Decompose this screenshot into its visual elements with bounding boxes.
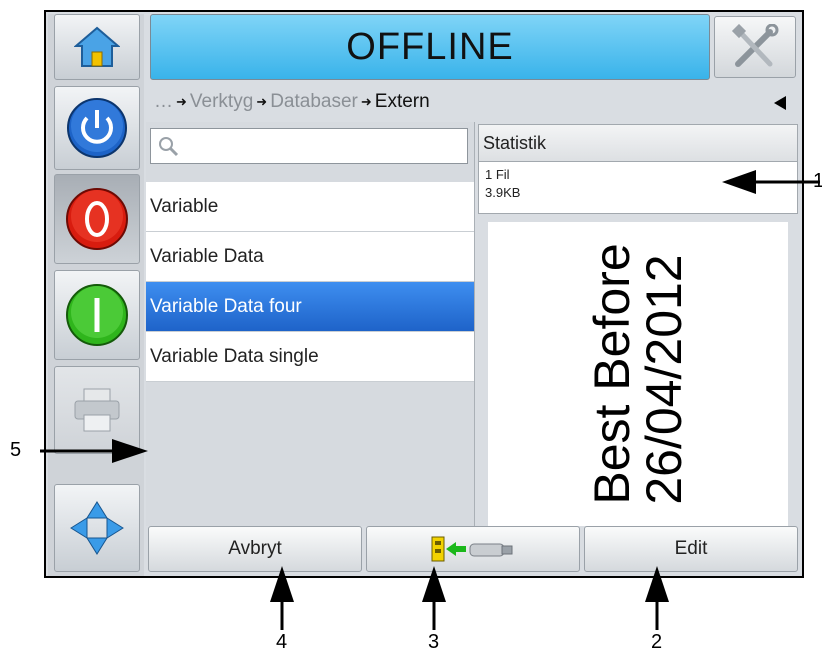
preview-text: Best Before 26/04/2012 [584,243,692,505]
navigation-arrows-icon [70,501,124,555]
power-icon [67,98,127,158]
statistics-body: 1 Fil 3.9KB [478,162,798,214]
file-list-panel: Variable Variable Data Variable Data fou… [146,122,475,526]
breadcrumb-separator-icon: ➜ [360,94,372,109]
callout-label-3: 3 [428,631,440,653]
sidebar [48,14,144,576]
bottom-toolbar: Avbryt Edit [146,526,800,576]
print-button[interactable] [54,366,140,454]
label-preview: Best Before 26/04/2012 [488,222,788,526]
preview-line-2: 26/04/2012 [636,254,692,505]
file-count: 1 Fil [485,167,510,182]
import-usb-button[interactable] [366,526,580,572]
breadcrumb-separator-icon: ➜ [256,94,268,109]
tools-button[interactable] [714,16,796,78]
printer-icon [74,388,120,432]
file-size: 3.9KB [485,185,521,200]
back-arrow-icon[interactable] [774,96,786,110]
breadcrumb-item-databaser[interactable]: Databaser [270,91,358,113]
search-icon [159,137,179,157]
list-item[interactable]: Variable Data single [146,332,474,382]
printer-screen: OFFLINE … ➜ Verktyg ➜ Databaser ➜ Extern… [44,10,804,578]
list-item[interactable]: Variable Data [146,232,474,282]
edit-button[interactable]: Edit [584,526,798,572]
power-button[interactable] [54,86,140,170]
stop-button[interactable] [54,174,140,264]
home-icon [74,26,120,67]
preview-line-1: Best Before [584,243,640,505]
details-panel: Statistik 1 Fil 3.9KB Best Before 26/04/… [476,122,800,526]
callout-label-2: 2 [651,631,663,653]
tools-icon [731,24,779,67]
stop-icon [66,188,128,250]
breadcrumb-ellipsis[interactable]: … [154,91,173,113]
navigation-button[interactable] [54,484,140,572]
start-button[interactable] [54,270,140,360]
callout-label-5: 5 [10,439,22,461]
callout-label-4: 4 [276,631,288,653]
start-icon [66,284,128,346]
breadcrumb: … ➜ Verktyg ➜ Databaser ➜ Extern [150,84,800,120]
statistics-header: Statistik [478,124,798,162]
search-field[interactable] [150,128,468,164]
status-banner: OFFLINE [150,14,710,80]
cancel-button[interactable]: Avbryt [148,526,362,572]
import-from-usb-icon [431,536,513,562]
breadcrumb-current: Extern [374,91,430,112]
home-button[interactable] [54,14,140,80]
callout-label-1: 1 [813,170,822,192]
breadcrumb-item-verktyg[interactable]: Verktyg [190,91,253,113]
breadcrumb-separator-icon: ➜ [176,94,187,109]
list-item[interactable]: Variable [146,182,474,232]
list-item-selected[interactable]: Variable Data four [146,282,474,332]
